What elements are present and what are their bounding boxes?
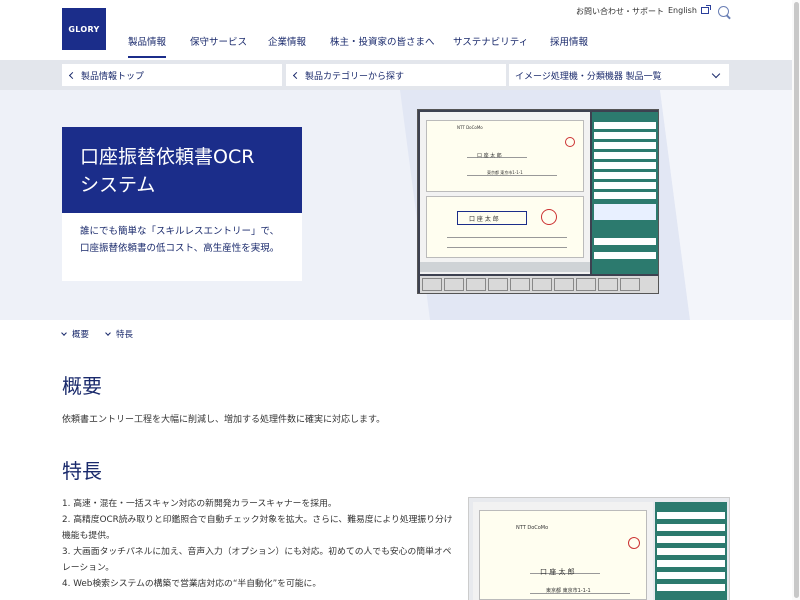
search-icon[interactable] <box>718 6 729 17</box>
global-nav: 製品情報 保守サービス 企業情報 株主・投資家の皆さまへ サステナビリティ 採用… <box>0 36 800 60</box>
list-item: 3. 大画面タッチパネルに加え、音声入力（オプション）にも対応。初めての人でも安… <box>62 547 452 573</box>
chevron-down-icon <box>61 330 67 336</box>
screen-form-upper: NTT DoCoMo 口 座 太 郎 東京都 東京市1-1-1 <box>426 120 584 192</box>
gnav-item-maintenance[interactable]: 保守サービス <box>190 36 247 58</box>
product-list-dropdown[interactable]: イメージ処理機・分類機器 製品一覧 <box>509 64 729 86</box>
chevron-down-icon <box>711 69 721 79</box>
anchor-features[interactable]: 特長 <box>105 328 133 340</box>
chevron-down-icon <box>105 330 111 336</box>
feature-screen-side-panel <box>655 502 727 600</box>
chevron-left-icon <box>68 71 77 79</box>
gnav-item-sustainability[interactable]: サステナビリティ <box>453 36 528 58</box>
screen-button-bar <box>420 276 658 293</box>
page-title: 口座振替依頼書OCR システム <box>80 146 255 196</box>
gnav-item-recruit[interactable]: 採用情報 <box>550 36 588 58</box>
feature-list: 1. 高速・混在・一括スキャン対応の新開発カラースキャナーを採用。 2. 高精度… <box>62 496 454 592</box>
gnav-item-company[interactable]: 企業情報 <box>268 36 306 58</box>
page-scrollbar[interactable] <box>792 0 800 600</box>
screen-document-area: NTT DoCoMo 口 座 太 郎 東京都 東京市1-1-1 口 座 太 郎 <box>420 112 590 274</box>
hero: 口座振替依頼書OCR システム 誰にでも簡単な「スキルレスエントリー」で、口座振… <box>0 90 800 320</box>
list-item: 2. 高精度OCR読み取りと印鑑照合で自動チェック対象を拡大。さらに、難易度によ… <box>62 515 453 541</box>
external-link-icon <box>700 5 711 14</box>
scrollbar-thumb[interactable] <box>794 2 799 598</box>
english-link[interactable]: English <box>668 5 711 15</box>
chevron-left-icon <box>292 71 301 79</box>
overview-heading: 概要 <box>62 374 102 398</box>
hero-title-box: 口座振替依頼書OCR システム <box>62 127 302 213</box>
screen-form-lower: 口 座 太 郎 <box>426 196 584 258</box>
back-to-products-top[interactable]: 製品情報トップ <box>62 64 282 86</box>
list-item: 4. Web検索システムの構築で営業店対応の“半自動化”を可能に。 <box>62 579 322 589</box>
contact-support-link[interactable]: お問い合わせ・サポート <box>576 6 664 17</box>
sub-nav: 製品情報トップ 製品カテゴリーから探す イメージ処理機・分類機器 製品一覧 <box>0 60 800 90</box>
features-heading: 特長 <box>62 459 102 483</box>
gnav-item-products[interactable]: 製品情報 <box>128 36 167 58</box>
overview-text: 依頼書エントリー工程を大幅に削減し、増加する処理件数に確実に対応します。 <box>62 415 386 425</box>
feature-screen-form: NTT DoCoMo 口 座 太 郎 東京都 東京市1-1-1 <box>479 510 647 600</box>
hero-description-box: 誰にでも簡単な「スキルレスエントリー」で、口座振替依頼書の低コスト、高生産性を実… <box>62 213 302 281</box>
list-item: 1. 高速・混在・一括スキャン対応の新開発カラースキャナーを採用。 <box>62 499 337 509</box>
back-to-category[interactable]: 製品カテゴリーから探す <box>286 64 506 86</box>
product-screen-image: NTT DoCoMo 口 座 太 郎 東京都 東京市1-1-1 口 座 太 郎 <box>417 109 659 294</box>
screen-side-panel <box>592 112 658 274</box>
feature-screen-document-area: NTT DoCoMo 口 座 太 郎 東京都 東京市1-1-1 <box>473 502 653 600</box>
gnav-item-investors[interactable]: 株主・投資家の皆さまへ <box>330 36 435 58</box>
hero-description: 誰にでも簡単な「スキルレスエントリー」で、口座振替依頼書の低コスト、高生産性を実… <box>80 226 280 254</box>
site-header: GLORY お問い合わせ・サポート English 製品情報 保守サービス 企業… <box>0 0 800 60</box>
feature-screen-image: NTT DoCoMo 口 座 太 郎 東京都 東京市1-1-1 <box>468 497 730 600</box>
anchor-overview[interactable]: 概要 <box>61 328 89 340</box>
